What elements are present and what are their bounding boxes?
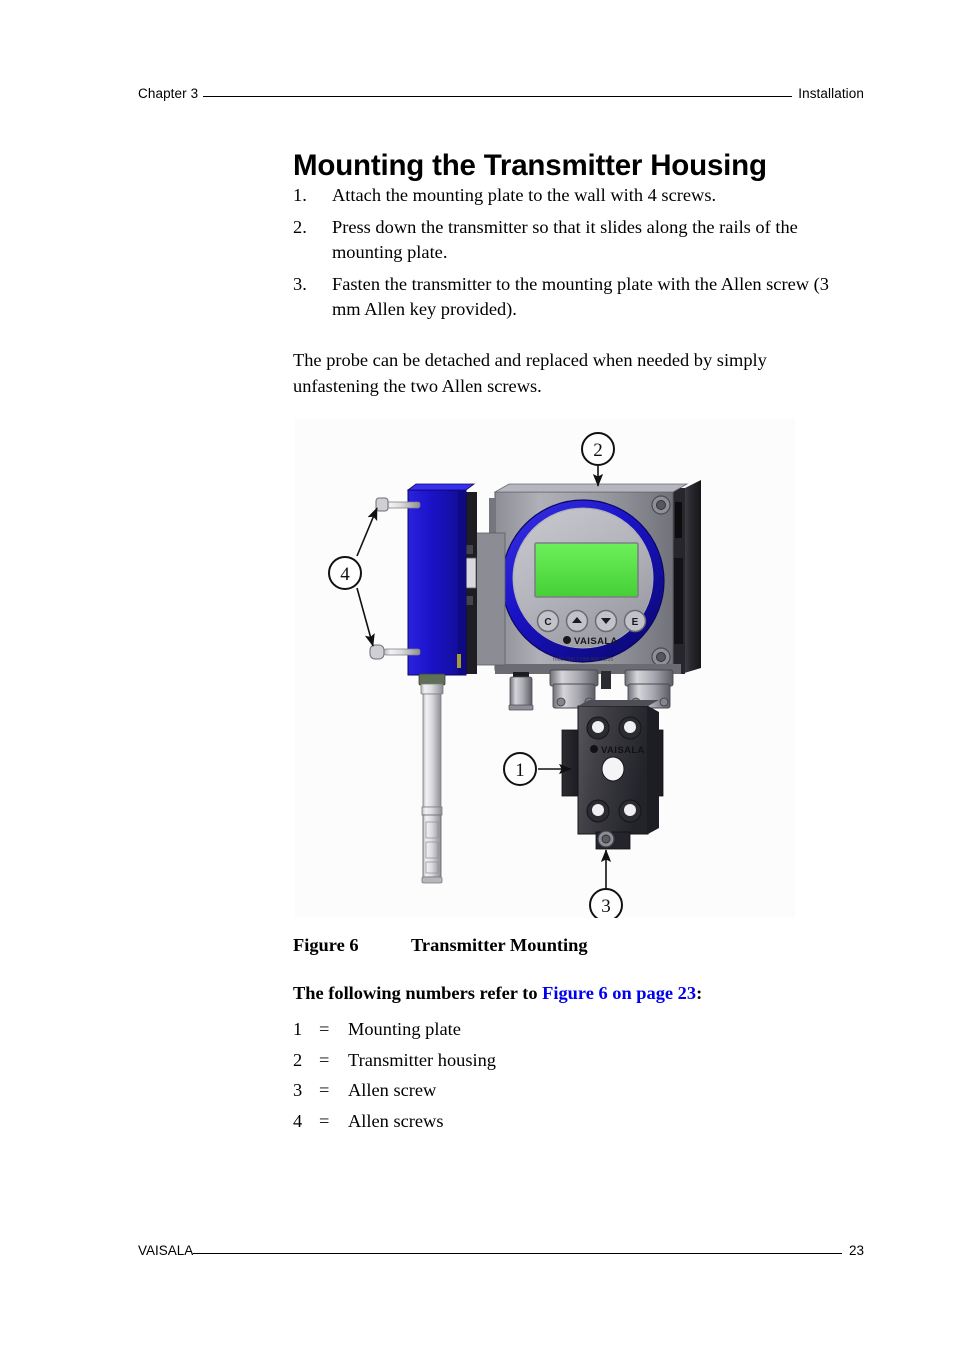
step-text: Attach the mounting plate to the wall wi… [332,185,717,205]
legend-number: 2 [293,1049,303,1070]
svg-text:2: 2 [593,440,603,461]
list-item: 2. Press down the transmitter so that it… [293,215,853,266]
figure-reference-line: The following numbers refer to Figure 6 … [293,983,702,1004]
step-number: 3. [293,273,307,294]
header-rule [203,96,793,97]
instruction-steps: 1. Attach the mounting plate to the wall… [293,183,853,329]
figure-cross-reference-link[interactable]: Figure 6 on page 23 [542,983,696,1003]
legend-text: Transmitter housing [348,1049,496,1070]
footer-page-number: 23 [848,1243,864,1258]
figure-caption-text: Transmitter Mounting [411,935,588,955]
page-footer: VAISALA 23 [138,1243,864,1263]
list-item: 4 = Allen screws [293,1106,693,1137]
header-chapter: Chapter 3 [138,86,199,101]
legend-equals: = [319,1049,330,1070]
mounting-plate-graphic: VAISALA [561,700,664,850]
button-c[interactable]: C [536,609,560,633]
footer-brand: VAISALA [138,1243,194,1258]
page-header: Chapter 3 Installation [138,86,864,106]
step-text: Fasten the transmitter to the mounting p… [332,273,829,320]
body-paragraph: The probe can be detached and replaced w… [293,350,767,396]
legend-number: 3 [293,1080,303,1100]
callout-4: 4 [328,556,362,590]
header-section: Installation [798,86,864,101]
button-down[interactable] [594,609,618,633]
transmitter-housing-graphic: C E VAISALA HMD CM12 HMI IMP 22/35 [487,480,701,711]
reference-suffix: : [696,983,703,1003]
legend-equals: = [319,1080,330,1100]
svg-text:C: C [544,617,551,628]
svg-text:3: 3 [601,896,611,917]
svg-text:4: 4 [340,564,350,585]
probe-shaft [420,683,444,884]
svg-text:E: E [632,617,639,628]
legend-text: Allen screw [348,1080,437,1100]
svg-text:1: 1 [515,760,525,781]
page-title: Mounting the Transmitter Housing [293,148,767,182]
list-item: 3 = Allen screw [293,1075,693,1106]
callout-1: 1 [503,752,537,786]
legend-number: 4 [293,1110,303,1131]
figure-caption: Figure 6 Transmitter Mounting [293,935,588,956]
step-text: Press down the transmitter so that it sl… [332,216,798,263]
svg-text:HMD CM12 HMI IMP 22/35: HMD CM12 HMI IMP 22/35 [553,657,614,663]
footer-rule [193,1253,842,1254]
lcd-display [534,542,639,598]
legend-equals: = [319,1019,330,1039]
button-e[interactable]: E [623,609,647,633]
legend-equals: = [319,1110,330,1131]
step-number: 2. [293,216,307,237]
list-item: 1 = Mounting plate [293,1014,693,1045]
svg-text:VAISALA: VAISALA [601,745,645,756]
button-up[interactable] [565,609,589,633]
svg-text:VAISALA: VAISALA [574,636,618,647]
step-number: 1. [293,185,307,205]
legend-text: Allen screws [348,1110,444,1131]
reference-prefix: The following numbers refer to [293,983,543,1003]
list-item: 1. Attach the mounting plate to the wall… [293,183,853,209]
figure-legend: 1 = Mounting plate 2 = Transmitter housi… [293,1014,693,1136]
legend-number: 1 [293,1019,303,1039]
figure-transmitter-mounting: C E VAISALA HMD CM12 HMI IMP 22/35 VAISA… [295,418,795,918]
list-item: 3. Fasten the transmitter to the mountin… [293,272,853,323]
probe-module-graphic [369,483,506,884]
callout-3: 3 [589,888,623,918]
list-item: 2 = Transmitter housing [293,1045,693,1076]
legend-text: Mounting plate [348,1019,461,1039]
allen-screw-bottom [595,830,631,850]
figure-caption-label: Figure 6 [293,935,359,955]
callout-2: 2 [581,432,615,466]
